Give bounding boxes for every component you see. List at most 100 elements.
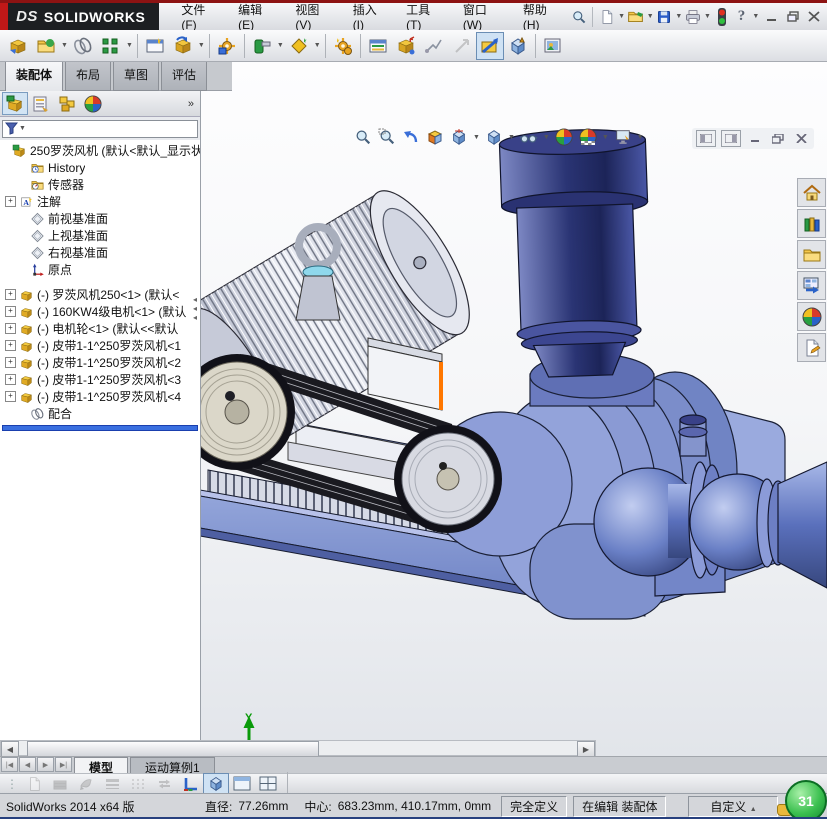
section-view-icon[interactable] xyxy=(424,126,446,148)
open-part-icon[interactable] xyxy=(32,32,60,60)
insert-dropdown-caret[interactable]: ▼ xyxy=(61,42,68,49)
tab-nav-first[interactable]: |◀ xyxy=(1,757,18,772)
tab-layout[interactable]: 布局 xyxy=(65,62,112,91)
hide-show-caret[interactable]: ▼ xyxy=(543,134,550,141)
previous-view-icon[interactable] xyxy=(400,126,422,148)
help-icon[interactable]: ? xyxy=(732,6,752,28)
options-traffic-light-icon[interactable] xyxy=(712,6,732,28)
tab-model[interactable]: 模型 xyxy=(74,757,129,775)
horizontal-scrollbar[interactable]: ◀ ▶ xyxy=(0,740,596,757)
linear-component-pattern-icon[interactable] xyxy=(97,32,125,60)
panel-splitter-control[interactable]: ◂ ◂ ◂ xyxy=(193,295,197,322)
pane-right-icon[interactable] xyxy=(721,130,741,147)
tree-item-component[interactable]: + (-) 电机轮<1> (默认<<默认 xyxy=(0,320,200,337)
tree-item-component[interactable]: + (-) 皮带1-1^250罗茨风机<1 xyxy=(0,337,200,354)
move-component-icon[interactable] xyxy=(169,32,197,60)
pane-left-icon[interactable] xyxy=(696,130,716,147)
features-dropdown-caret[interactable]: ▼ xyxy=(277,42,284,49)
scene-caret[interactable]: ▼ xyxy=(602,134,609,141)
display-manager-tab-icon[interactable] xyxy=(80,92,106,115)
overlay-count-badge[interactable]: 31 xyxy=(785,780,827,817)
print-icon[interactable] xyxy=(683,6,703,28)
assembly-features-icon[interactable] xyxy=(248,32,276,60)
display-style-icon[interactable] xyxy=(483,126,505,148)
expand-toggle[interactable]: + xyxy=(5,374,16,385)
refgeo-dropdown-caret[interactable]: ▼ xyxy=(314,42,321,49)
tree-item-front-plane[interactable]: 前视基准面 xyxy=(0,210,200,227)
update-assembly-icon[interactable] xyxy=(504,32,532,60)
tab-sketch[interactable]: 草图 xyxy=(113,62,160,91)
view-settings-icon[interactable] xyxy=(612,126,634,148)
tree-item-right-plane[interactable]: 右视基准面 xyxy=(0,244,200,261)
smart-fasteners-icon[interactable] xyxy=(141,32,169,60)
scroll-left-arrow[interactable]: ◀ xyxy=(1,741,19,757)
show-hidden-components-icon[interactable] xyxy=(213,32,241,60)
insert-component-icon[interactable] xyxy=(4,32,32,60)
custom-properties-icon[interactable] xyxy=(797,333,826,362)
open-dropdown-caret[interactable]: ▼ xyxy=(647,13,654,20)
edit-appearance-icon[interactable] xyxy=(553,126,575,148)
exploded-view-icon[interactable] xyxy=(392,32,420,60)
tree-root[interactable]: 250罗茨风机 (默认<默认_显示状 xyxy=(0,142,200,159)
scroll-right-arrow[interactable]: ▶ xyxy=(577,741,595,757)
zoom-to-area-icon[interactable] xyxy=(376,126,398,148)
feature-tree-tab-icon[interactable] xyxy=(2,92,28,115)
take-snapshot-icon[interactable] xyxy=(539,32,567,60)
tree-item-history[interactable]: History xyxy=(0,159,200,176)
doc-close-icon[interactable] xyxy=(792,131,810,146)
apply-scene-icon[interactable] xyxy=(577,126,599,148)
window-minimize-button[interactable] xyxy=(763,8,781,26)
tree-item-sensors[interactable]: 传感器 xyxy=(0,176,200,193)
hide-show-items-icon[interactable] xyxy=(518,126,540,148)
save-dropdown-caret[interactable]: ▼ xyxy=(675,13,682,20)
panel-expand-glyph[interactable]: » xyxy=(188,98,194,110)
new-dropdown-caret[interactable]: ▼ xyxy=(618,13,625,20)
tree-item-component[interactable]: + (-) 160KW4级电机<1> (默认 xyxy=(0,303,200,320)
help-dropdown-caret[interactable]: ▼ xyxy=(752,13,759,20)
doc-minimize-icon[interactable] xyxy=(746,131,764,146)
tree-item-component[interactable]: + (-) 皮带1-1^250罗茨风机<3 xyxy=(0,371,200,388)
shaded-cube-icon[interactable] xyxy=(203,773,229,794)
file-explorer-icon[interactable] xyxy=(797,240,826,269)
window-restore-button[interactable] xyxy=(784,8,802,26)
view-palette-icon[interactable] xyxy=(797,271,826,300)
expand-toggle[interactable]: + xyxy=(5,357,16,368)
tree-item-annotations[interactable]: + 注解 xyxy=(0,193,200,210)
configuration-manager-tab-icon[interactable] xyxy=(54,92,80,115)
toolbar-grip[interactable]: ⋮ xyxy=(6,777,18,791)
print-dropdown-caret[interactable]: ▼ xyxy=(704,13,711,20)
tab-nav-last[interactable]: ▶| xyxy=(55,757,72,772)
large-design-review-icon[interactable] xyxy=(475,31,504,60)
tree-item-mates[interactable]: 配合 xyxy=(0,405,200,422)
property-manager-tab-icon[interactable] xyxy=(28,92,54,115)
tree-item-component[interactable]: + (-) 罗茨风机250<1> (默认< xyxy=(0,286,200,303)
viewport-grid-icon[interactable] xyxy=(255,773,281,794)
viewport-single-icon[interactable] xyxy=(229,773,255,794)
explode-line-sketch-icon[interactable] xyxy=(420,32,448,60)
tab-nav-next[interactable]: ▶ xyxy=(37,757,54,772)
design-library-icon[interactable] xyxy=(797,209,826,238)
tab-evaluate[interactable]: 评估 xyxy=(161,62,208,91)
zoom-to-fit-icon[interactable] xyxy=(352,126,374,148)
tab-assembly[interactable]: 装配体 xyxy=(5,62,64,93)
scrollbar-thumb[interactable] xyxy=(27,741,319,757)
expand-toggle[interactable]: + xyxy=(5,391,16,402)
new-motion-study-icon[interactable] xyxy=(329,32,357,60)
mate-icon[interactable] xyxy=(69,32,97,60)
resources-home-icon[interactable] xyxy=(797,178,826,207)
tree-item-origin[interactable]: 原点 xyxy=(0,261,200,278)
reference-geometry-icon[interactable] xyxy=(285,32,313,60)
tab-motion-study[interactable]: 运动算例1 xyxy=(130,757,215,775)
bill-of-materials-icon[interactable] xyxy=(364,32,392,60)
expand-toggle[interactable]: + xyxy=(5,196,16,207)
rollback-bar[interactable] xyxy=(2,425,198,431)
roots-blower-assembly-model[interactable] xyxy=(200,124,827,818)
doc-restore-icon[interactable] xyxy=(769,131,787,146)
sketch-axes-icon[interactable] xyxy=(177,773,203,794)
tree-filter-input[interactable]: ▼ xyxy=(2,119,198,138)
expand-toggle[interactable]: + xyxy=(5,289,16,300)
new-document-icon[interactable] xyxy=(597,6,617,28)
search-icon[interactable] xyxy=(569,6,589,28)
expand-toggle[interactable]: + xyxy=(5,340,16,351)
save-icon[interactable] xyxy=(655,6,675,28)
